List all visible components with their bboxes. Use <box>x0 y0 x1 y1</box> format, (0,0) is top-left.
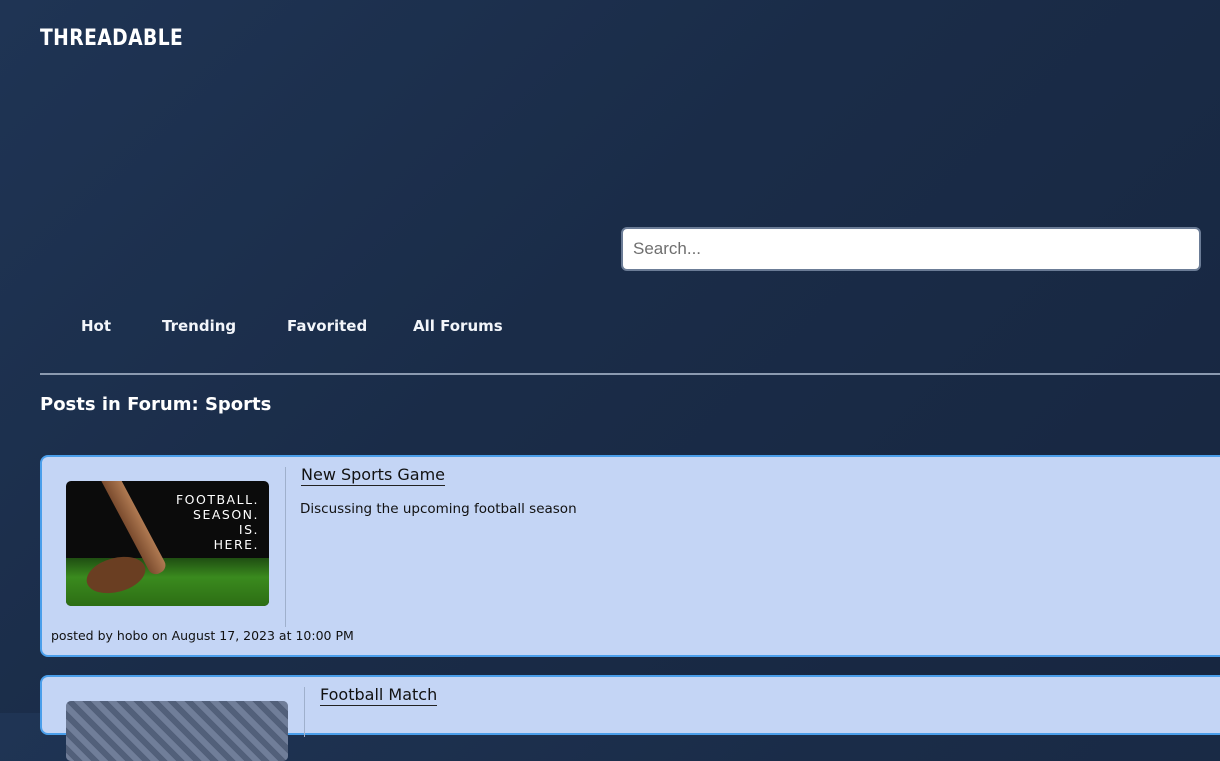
post-meta: posted by hobo on August 17, 2023 at 10:… <box>51 628 354 643</box>
post-title[interactable]: Football Match <box>320 685 438 706</box>
post-thumbnail[interactable] <box>66 701 288 761</box>
site-logo[interactable]: THREADABLE <box>40 26 183 51</box>
post-thumbnail[interactable]: FOOTBALL. SEASON. IS. HERE. <box>66 481 269 606</box>
post-separator <box>285 467 286 627</box>
post-card[interactable]: FOOTBALL. SEASON. IS. HERE. New Sports G… <box>40 455 1220 657</box>
post-title[interactable]: New Sports Game <box>301 465 445 486</box>
thumbnail-caption-line: IS. <box>238 522 259 537</box>
post-description: Discussing the upcoming football season <box>300 501 577 517</box>
nav-divider <box>40 373 1220 375</box>
nav-hot[interactable]: Hot <box>81 317 111 335</box>
post-card[interactable]: Football Match <box>40 675 1220 761</box>
nav-trending[interactable]: Trending <box>162 317 236 335</box>
thumbnail-caption-line: HERE. <box>213 537 259 552</box>
thumbnail-caption: FOOTBALL. SEASON. IS. HERE. <box>176 492 259 552</box>
thumbnail-stadium <box>66 701 288 761</box>
nav-all-forums[interactable]: All Forums <box>413 317 503 335</box>
post-separator <box>304 687 305 737</box>
forum-heading: Posts in Forum: Sports <box>40 394 272 415</box>
nav-favorited[interactable]: Favorited <box>287 317 367 335</box>
thumbnail-caption-line: FOOTBALL. <box>175 492 259 507</box>
thumbnail-caption-line: SEASON. <box>193 507 259 522</box>
search-input[interactable] <box>621 227 1201 271</box>
